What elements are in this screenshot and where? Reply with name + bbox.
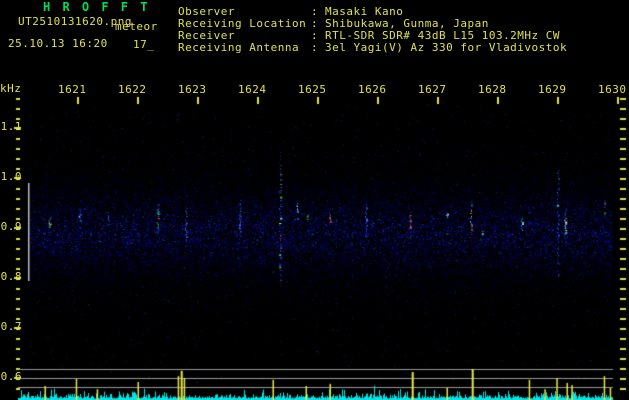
freq-tick-label: 1.0 xyxy=(0,170,22,183)
counter-label: 17_ xyxy=(133,38,155,51)
freq-tick-label: 0.8 xyxy=(0,270,22,283)
field-separator: : xyxy=(311,41,319,54)
field-value-receiver: RTL-SDR SDR# 43dB L15 103.2MHz CW xyxy=(325,29,561,42)
field-separator: : xyxy=(311,29,319,42)
field-separator: : xyxy=(311,17,319,30)
app-title: H R O F F T xyxy=(43,0,150,14)
time-tick-label: 1623 xyxy=(178,83,207,96)
time-tick-label: 1624 xyxy=(238,83,267,96)
hrofft-screen: H R O F F T UT2510131620.png meteor 25.1… xyxy=(0,0,629,400)
freq-tick-label: 0.9 xyxy=(0,220,22,233)
time-tick-label: 1626 xyxy=(358,83,387,96)
time-tick-label: 1627 xyxy=(418,83,447,96)
field-label-antenna: Receiving Antenna xyxy=(178,41,300,54)
observation-mode-label: meteor xyxy=(115,20,158,33)
field-value-location: Shibukawa, Gunma, Japan xyxy=(325,17,489,30)
freq-tick-label: 1.1 xyxy=(0,120,22,133)
field-label-observer: Observer xyxy=(178,5,235,18)
time-tick-label: 1629 xyxy=(538,83,567,96)
datetime-label: 25.10.13 16:20 xyxy=(8,37,108,50)
time-tick-label: 1630 xyxy=(598,83,627,96)
time-tick-label: 1622 xyxy=(118,83,147,96)
field-label-receiver: Receiver xyxy=(178,29,235,42)
freq-tick-label: 0.7 xyxy=(0,320,22,333)
spectrogram-canvas xyxy=(0,0,629,400)
freq-tick-label: 0.6 xyxy=(0,370,22,383)
field-value-antenna: 3el Yagi(V) Az 330 for Vladivostok xyxy=(325,41,568,54)
freq-axis-unit-label: kHz xyxy=(0,82,22,95)
time-tick-label: 1628 xyxy=(478,83,507,96)
field-label-location: Receiving Location xyxy=(178,17,307,30)
time-tick-label: 1621 xyxy=(58,83,87,96)
field-separator: : xyxy=(311,5,319,18)
field-value-observer: Masaki Kano xyxy=(325,5,404,18)
time-tick-label: 1625 xyxy=(298,83,327,96)
